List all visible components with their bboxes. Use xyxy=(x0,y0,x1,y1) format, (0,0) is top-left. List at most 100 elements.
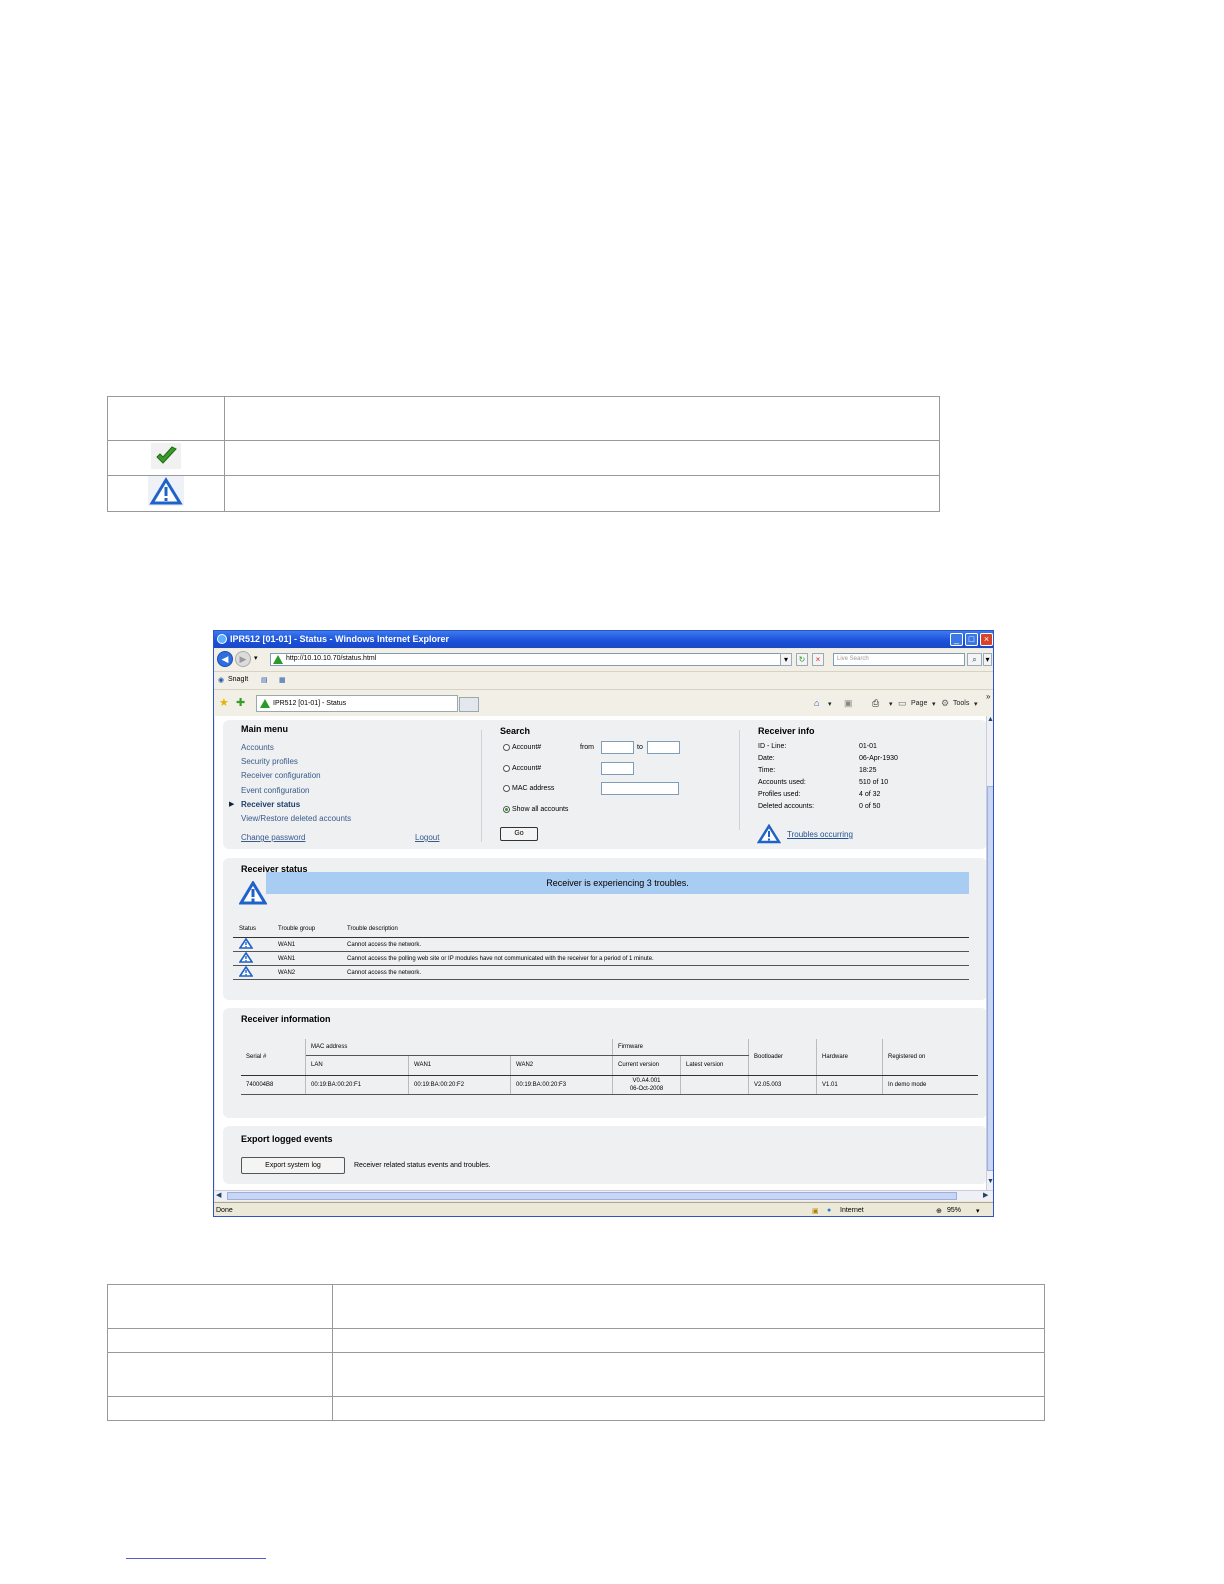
lan-column-header: LAN xyxy=(305,1055,409,1076)
add-favorite-icon[interactable]: ✚ xyxy=(236,696,245,709)
capture-options-icon[interactable]: ▦ xyxy=(279,676,286,684)
zoom-icon: ⊕ xyxy=(936,1208,942,1215)
trouble-status-cell xyxy=(233,965,272,980)
browser-window: IPR512 [01-01] - Status - Windows Intern… xyxy=(213,630,994,1217)
tab-status[interactable]: IPR512 [01-01] - Status xyxy=(256,695,458,712)
toolbar-overflow-icon[interactable]: » xyxy=(986,692,990,701)
legend-header-cell xyxy=(107,396,225,441)
scroll-right-icon[interactable]: ▶ xyxy=(983,1191,988,1199)
account-input[interactable] xyxy=(601,762,634,775)
scroll-down-icon[interactable]: ▼ xyxy=(987,1178,993,1185)
status-text: Done xyxy=(216,1207,233,1214)
warning-icon xyxy=(238,965,254,977)
zoom-dropdown-icon[interactable]: ▾ xyxy=(976,1207,980,1215)
warning-icon xyxy=(148,476,184,506)
back-button[interactable]: ◀ xyxy=(217,651,233,667)
table-cell xyxy=(107,1396,333,1421)
page-menu[interactable]: Page xyxy=(911,700,927,707)
forward-button[interactable]: ▶ xyxy=(235,651,251,667)
serial-cell: 740004B8 xyxy=(241,1075,306,1095)
divider xyxy=(739,730,740,830)
active-item-arrow-icon: ▶ xyxy=(229,801,235,808)
vertical-scroll-thumb[interactable] xyxy=(987,786,993,1171)
logout-link[interactable]: Logout xyxy=(415,833,439,842)
scroll-up-icon[interactable]: ▲ xyxy=(987,716,993,723)
mac-address-input[interactable] xyxy=(601,782,679,795)
search-icon[interactable]: ⌕ xyxy=(967,653,982,666)
search-show-all-radio[interactable] xyxy=(503,806,510,813)
table-cell xyxy=(107,1328,333,1353)
tools-menu[interactable]: Tools xyxy=(953,700,969,707)
search-mac-radio[interactable] xyxy=(503,785,510,792)
ie-logo-icon xyxy=(217,634,227,644)
export-description: Receiver related status events and troub… xyxy=(354,1162,491,1169)
date-value: 06-Apr-1930 xyxy=(859,755,898,762)
menu-security-profiles-link[interactable]: Security profiles xyxy=(241,757,298,766)
menu-accounts-link[interactable]: Accounts xyxy=(241,743,274,752)
table-cell xyxy=(332,1284,1045,1329)
change-password-link[interactable]: Change password xyxy=(241,833,305,842)
trouble-description-cell: Cannot access the network. xyxy=(341,965,969,980)
deleted-accounts-label: Deleted accounts: xyxy=(758,803,815,810)
account-to-input[interactable] xyxy=(647,741,680,754)
search-title: Search xyxy=(500,726,531,736)
close-button[interactable]: × xyxy=(980,633,993,646)
menu-receiver-status-link[interactable]: Receiver status xyxy=(241,800,300,809)
trouble-group-cell: WAN2 xyxy=(272,965,341,980)
live-search-input[interactable]: Live Search xyxy=(833,653,965,666)
latest-version-cell xyxy=(680,1075,749,1095)
recent-pages-dropdown-icon[interactable]: ▾ xyxy=(254,654,258,662)
site-icon xyxy=(260,699,270,708)
refresh-button[interactable]: ↻ xyxy=(796,653,808,666)
site-icon xyxy=(273,655,283,664)
new-tab-button[interactable] xyxy=(459,697,479,712)
url-dropdown-button[interactable]: ▾ xyxy=(780,653,792,666)
capture-window-icon[interactable]: ▤ xyxy=(261,676,268,684)
checkmark-icon xyxy=(151,442,181,469)
home-dropdown-icon[interactable]: ▾ xyxy=(828,700,832,708)
search-show-all-label: Show all accounts xyxy=(512,806,569,813)
print-icon[interactable]: ⎙ xyxy=(872,698,879,709)
account-from-input[interactable] xyxy=(601,741,634,754)
horizontal-scrollbar[interactable]: ◀ ▶ xyxy=(215,1190,993,1201)
vertical-scrollbar[interactable]: ▲ ▼ xyxy=(986,716,993,1190)
menu-event-configuration-link[interactable]: Event configuration xyxy=(241,786,310,795)
warning-icon xyxy=(238,937,254,949)
wan1-cell: 00:19:BA:00:20:F2 xyxy=(408,1075,511,1095)
page-content: Main menu Accounts Security profiles Rec… xyxy=(215,716,986,1190)
print-dropdown-icon[interactable]: ▾ xyxy=(889,700,893,708)
legend-row-ok-description xyxy=(224,440,940,476)
maximize-button[interactable]: □ xyxy=(965,633,978,646)
stop-button[interactable]: × xyxy=(812,653,824,666)
scroll-left-icon[interactable]: ◀ xyxy=(216,1191,221,1199)
search-account-label: Account# xyxy=(512,765,542,772)
snagit-button[interactable]: SnagIt xyxy=(228,676,248,683)
description-table xyxy=(107,1284,1045,1421)
export-system-log-button[interactable]: Export system log xyxy=(241,1157,345,1174)
search-account-range-label: Account# xyxy=(512,744,542,751)
page-menu-dropdown-icon: ▾ xyxy=(932,701,936,708)
wan2-cell: 00:19:BA:00:20:F3 xyxy=(510,1075,613,1095)
search-account-range-radio[interactable] xyxy=(503,744,510,751)
window-title: IPR512 [01-01] - Status - Windows Intern… xyxy=(230,634,449,644)
globe-icon: ● xyxy=(827,1207,832,1214)
home-icon[interactable]: ⌂ xyxy=(814,698,819,708)
url-field[interactable]: http://10.10.10.70/status.html xyxy=(270,653,790,666)
feeds-icon[interactable]: ▣ xyxy=(844,698,853,709)
menu-view-restore-deleted-link[interactable]: View/Restore deleted accounts xyxy=(241,814,351,823)
favorites-star-icon[interactable]: ★ xyxy=(219,696,229,709)
troubles-occurring-link[interactable]: Troubles occurring xyxy=(787,830,853,839)
bootloader-cell: V2.05.003 xyxy=(748,1075,817,1095)
search-options-icon[interactable]: ▾ xyxy=(983,653,992,666)
horizontal-scroll-thumb[interactable] xyxy=(227,1192,957,1200)
gear-icon: ⚙ xyxy=(941,698,950,708)
search-account-radio[interactable] xyxy=(503,765,510,772)
export-panel: Export logged events Export system log R… xyxy=(223,1126,986,1184)
minimize-button[interactable]: _ xyxy=(950,633,963,646)
table-row: WAN1 Cannot access the network. xyxy=(233,937,969,952)
menu-receiver-configuration-link[interactable]: Receiver configuration xyxy=(241,771,321,780)
zoom-level[interactable]: 95% xyxy=(947,1207,961,1214)
registered-on-column-header: Registered on xyxy=(882,1039,978,1076)
go-button[interactable]: Go xyxy=(500,827,538,841)
current-version-value: V0.A4.001 xyxy=(632,1077,661,1084)
